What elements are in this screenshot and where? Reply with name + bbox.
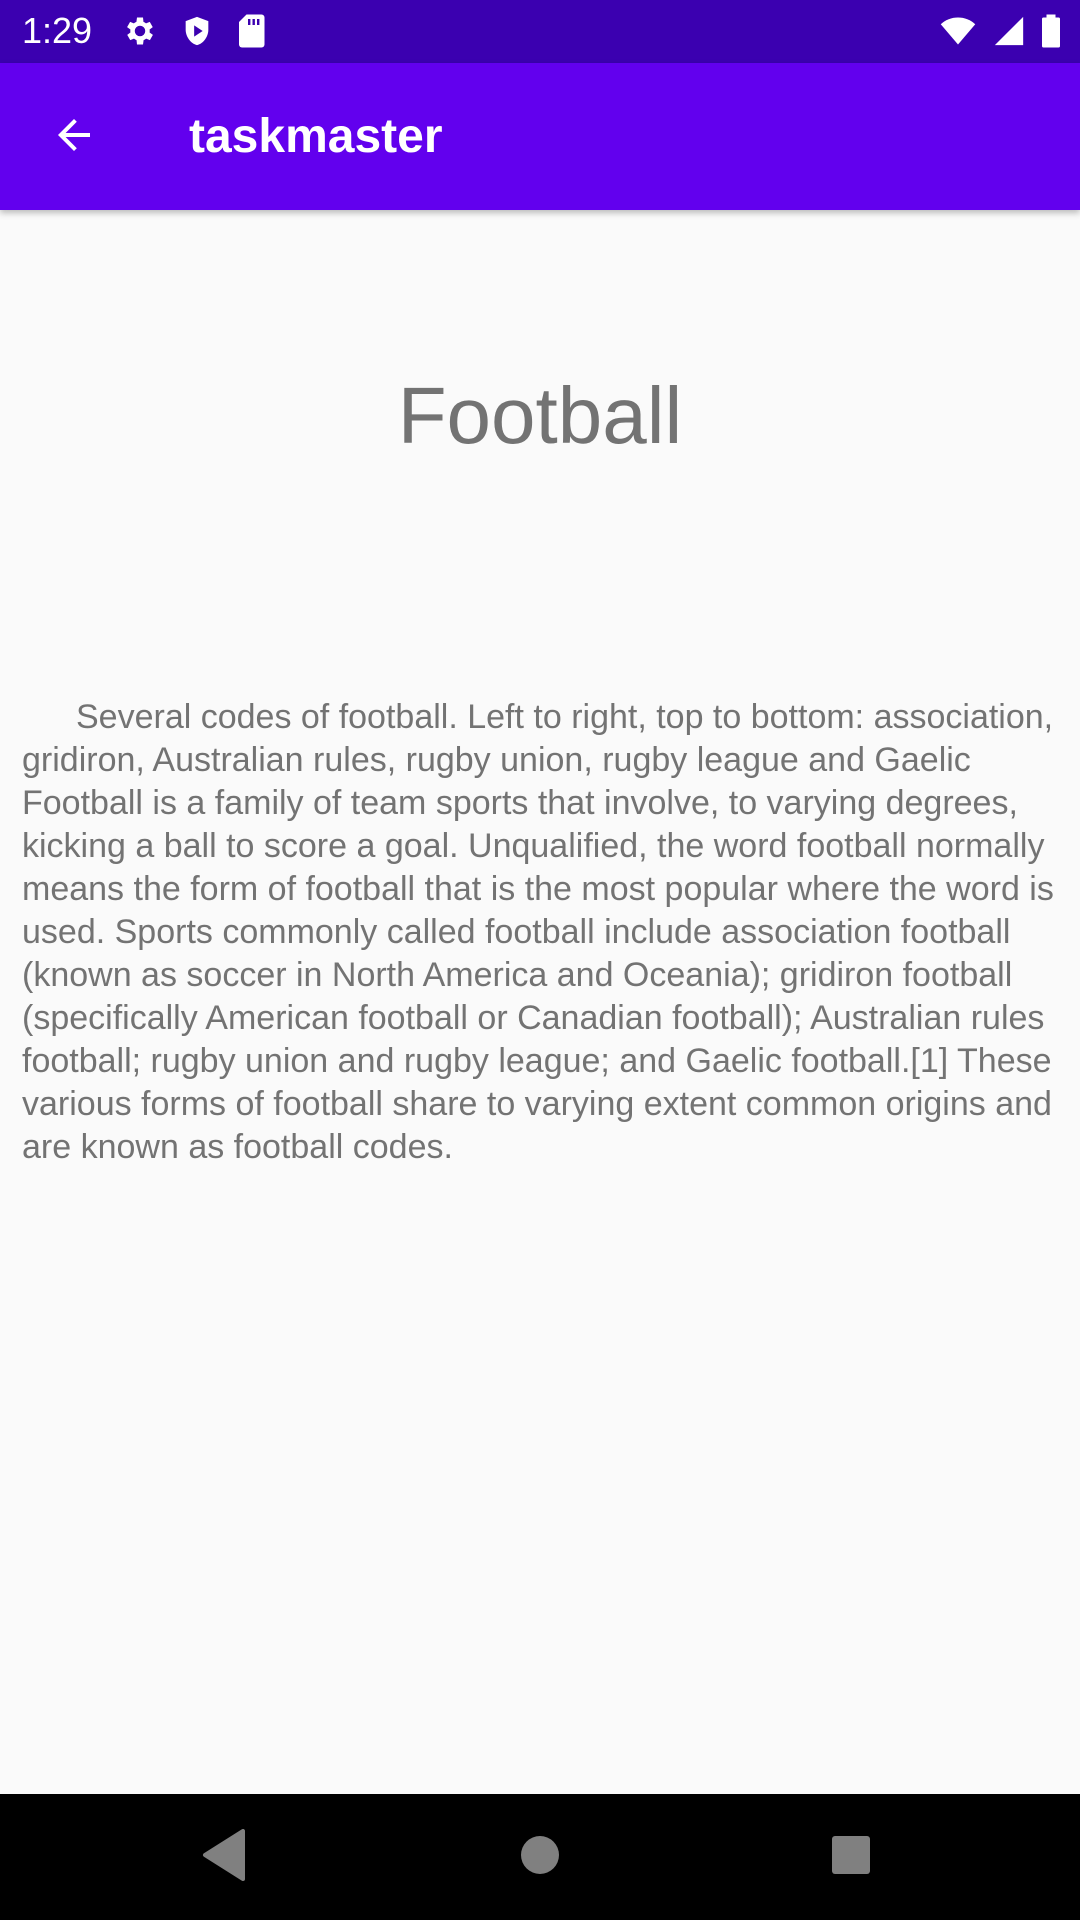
shield-play-icon: [180, 13, 214, 54]
app-bar: taskmaster: [0, 63, 1080, 210]
task-description: Several codes of football. Left to right…: [22, 698, 1054, 1166]
task-title: Football: [397, 371, 683, 460]
back-button[interactable]: [30, 101, 118, 173]
screen: 1:29 taskmaster Football Several codes o…: [0, 0, 1080, 1920]
nav-back-button[interactable]: [191, 1824, 257, 1890]
status-bar: 1:29: [0, 0, 1080, 63]
battery-icon: [1040, 13, 1062, 54]
navigation-bar: [0, 1794, 1080, 1920]
nav-home-button[interactable]: [507, 1824, 573, 1890]
app-title: taskmaster: [189, 110, 443, 163]
status-left-icons: [122, 13, 266, 54]
home-circle-icon: [519, 1834, 561, 1881]
status-right-icons: [938, 13, 1062, 54]
sd-card-icon: [236, 13, 266, 54]
nav-recents-button[interactable]: [818, 1824, 884, 1890]
back-triangle-icon: [201, 1828, 247, 1886]
settings-icon: [122, 13, 158, 54]
cell-signal-icon: [992, 13, 1026, 54]
status-time: 1:29: [22, 10, 93, 51]
recents-square-icon: [831, 1835, 871, 1880]
arrow-back-icon: [50, 111, 98, 164]
wifi-icon: [938, 13, 978, 54]
